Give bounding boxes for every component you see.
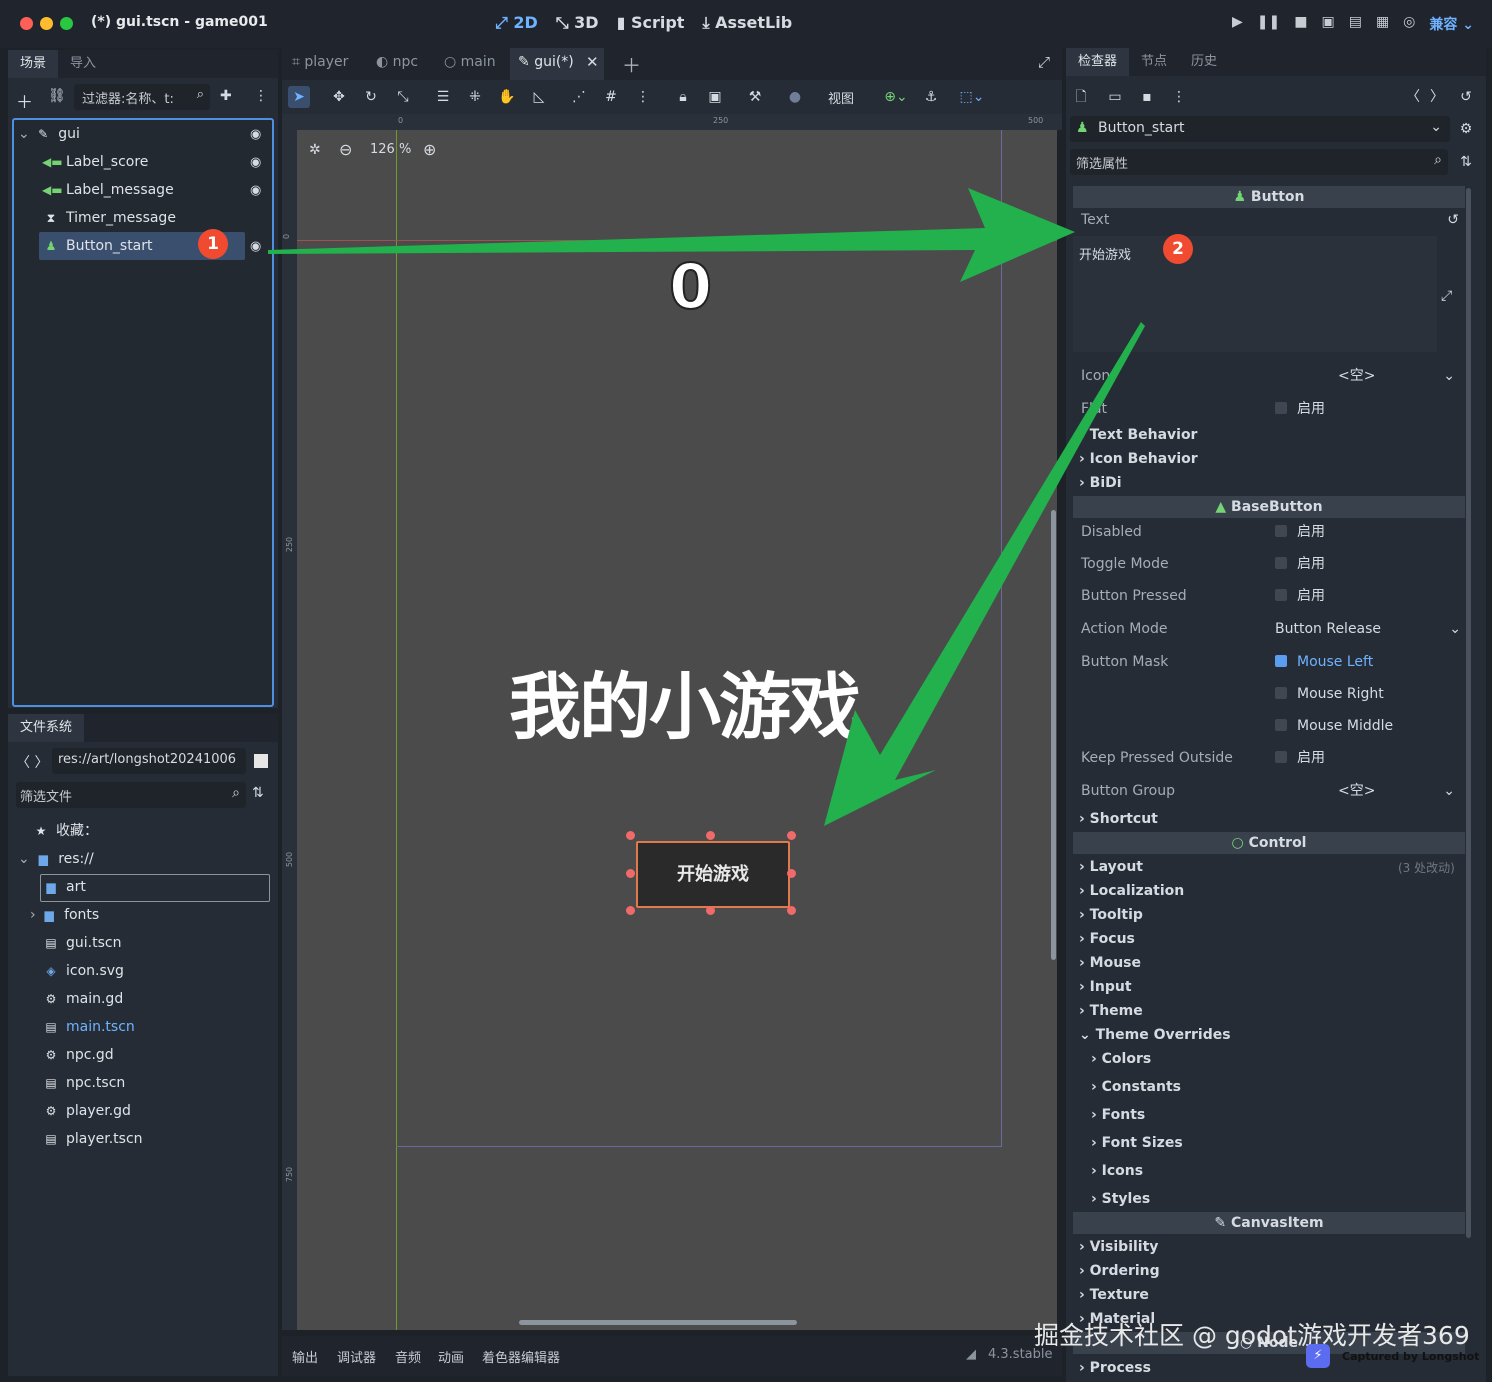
capture-credit: Captured by Longshot xyxy=(1342,1350,1480,1363)
watermark-text: 掘金技术社区 @ godot游戏开发者369 xyxy=(1034,1321,1470,1350)
arrow-to-inspector xyxy=(268,188,1075,282)
longshot-logo-icon: ⚡ xyxy=(1306,1344,1330,1368)
arrow-to-button xyxy=(824,322,1145,826)
annotation-arrows xyxy=(268,188,1145,826)
